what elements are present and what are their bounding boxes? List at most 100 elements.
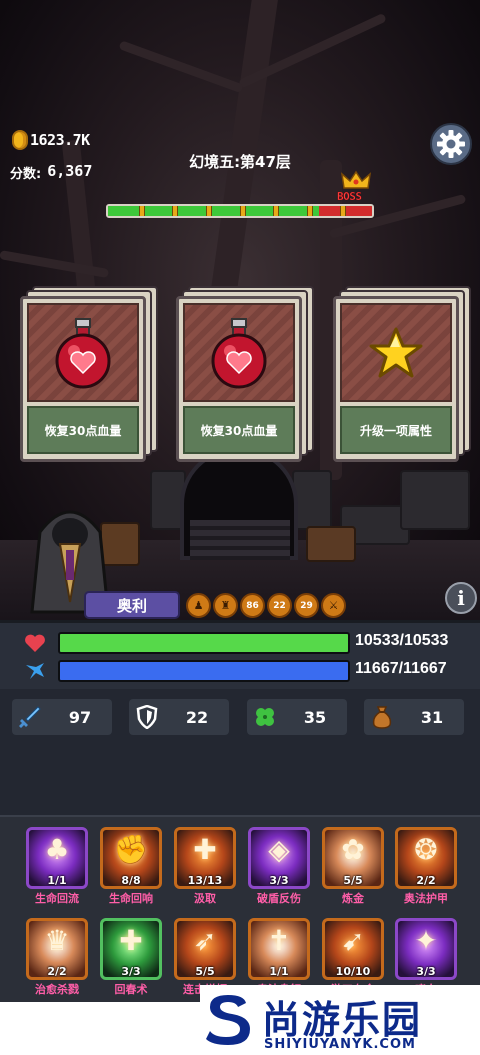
- settings-button[interactable]: [430, 123, 472, 165]
- luck-value: 35: [303, 707, 327, 727]
- mp-text: 11667/11667: [355, 660, 447, 677]
- card-label: 恢复30点血量: [27, 406, 139, 454]
- skill-slot[interactable]: ✚ 13/13 汲取: [171, 827, 239, 911]
- bird-icon: [26, 663, 44, 679]
- gold-stat: 31: [364, 699, 464, 735]
- skill-level: 3/3: [416, 965, 436, 978]
- buff-bar: ♟ ♜ 86 22 29 ⚔: [186, 593, 346, 618]
- hp-row: 10533/10533: [0, 629, 480, 657]
- watermark-strip: [0, 1002, 200, 1055]
- watermark-url: SHIYIUYANYK.COM: [264, 1037, 416, 1052]
- skill-slot[interactable]: ✊ 8/8 生命回响: [97, 827, 165, 911]
- floor-progress-bar: [106, 204, 374, 218]
- skill-level: 5/5: [195, 965, 215, 978]
- card-art: [27, 303, 139, 402]
- skill-slot[interactable]: ♛ 2/2 治愈杀戮: [23, 918, 91, 1002]
- mp-row: 11667/11667: [0, 657, 480, 685]
- mp-bar: [58, 660, 350, 682]
- heal-slay-icon: ♛: [44, 924, 70, 957]
- mp-fill: [60, 662, 348, 680]
- clover-icon: [247, 699, 283, 735]
- skill-name: 炼金: [342, 892, 364, 905]
- stat-area: 97 22 35 31 ♣ 1/1 生命回流 ✊ 8/8 生命回响 ✚ 13/13 汲取 ◈ 3/3…: [0, 689, 480, 1055]
- card-face: 升级一项属性: [333, 296, 459, 462]
- info-button[interactable]: i: [445, 582, 477, 614]
- skill-level: 2/2: [416, 874, 436, 887]
- money-bag-icon: [364, 699, 400, 735]
- upgrade-card[interactable]: 恢复30点血量: [20, 286, 158, 462]
- hero-name: 奥利: [116, 596, 147, 615]
- hero-name-tab[interactable]: 奥利: [84, 591, 180, 619]
- mage-icon[interactable]: ♟: [186, 593, 211, 618]
- gold-value: 31: [420, 707, 444, 727]
- card-face: 恢复30点血量: [20, 296, 146, 462]
- attack-stat: 97: [12, 699, 112, 735]
- skill-slot[interactable]: ❂ 2/2 奥法护甲: [392, 827, 460, 911]
- skill-slot[interactable]: ✚ 3/3 回春术: [97, 918, 165, 1002]
- bloodlust-icon: ✦: [414, 924, 438, 957]
- hp-fill: [60, 634, 348, 652]
- skill-level: 10/10: [335, 965, 371, 978]
- upgrade-card[interactable]: 升级一项属性: [333, 286, 471, 462]
- life-flow-icon: ♣: [44, 833, 70, 866]
- arcane-body-icon: ✝: [267, 924, 291, 957]
- level-title: 幻境五:第47层: [189, 153, 291, 171]
- progress-marker: [340, 206, 347, 216]
- skill-level: 3/3: [269, 874, 289, 887]
- watermark-text: 尚游乐园: [262, 998, 423, 1042]
- heart-icon: [25, 634, 45, 652]
- stats-panel: 10533/10533 11667/11667 97 22 35 31 ♣ 1/…: [0, 620, 480, 1055]
- star-icon: [369, 327, 423, 377]
- life-echo-icon: ✊: [113, 833, 149, 866]
- stairs: [190, 520, 290, 560]
- dagger-icon: ➹: [341, 924, 365, 957]
- skill-slot[interactable]: ✿ 5/5 炼金: [319, 827, 387, 911]
- stone-pillar: [292, 470, 332, 530]
- info-icon: i: [457, 586, 465, 610]
- progress-marker: [306, 206, 313, 216]
- defense-stat: 22: [129, 699, 229, 735]
- skill-name: 奥法护甲: [404, 892, 448, 905]
- flame-icon[interactable]: 29: [294, 593, 319, 618]
- hp-bar: [58, 632, 350, 654]
- skill-level: 13/13: [187, 874, 223, 887]
- rejuvenate-icon: ✚: [119, 924, 143, 957]
- rock: [400, 470, 470, 530]
- house-icon[interactable]: 22: [267, 593, 292, 618]
- luck-stat: 35: [247, 699, 347, 735]
- arcane-armor-icon: ❂: [414, 833, 438, 866]
- sword-icon[interactable]: ⚔: [321, 593, 346, 618]
- skill-slot[interactable]: ♣ 1/1 生命回流: [23, 827, 91, 911]
- skill-level: 1/1: [269, 965, 289, 978]
- coin-amount: 1623.7K: [30, 131, 90, 149]
- defense-value: 22: [185, 707, 209, 727]
- skill-slot[interactable]: ◈ 3/3 破盾反伤: [245, 827, 313, 911]
- upgrade-card[interactable]: 恢复30点血量: [176, 286, 314, 462]
- skill-level: 2/2: [47, 965, 67, 978]
- skill-level: 3/3: [121, 965, 141, 978]
- card-art: [183, 303, 295, 402]
- progress-marker: [138, 206, 145, 216]
- skill-level: 5/5: [343, 874, 363, 887]
- buff-value: 22: [273, 600, 286, 611]
- skill-name: 治愈杀戮: [35, 983, 79, 996]
- combo-icon: ➶: [193, 924, 217, 957]
- tree-branch: [118, 40, 244, 94]
- tower-icon[interactable]: 86: [240, 593, 265, 618]
- treasure-chest-icon: [306, 526, 356, 562]
- coin-icon: [12, 130, 28, 150]
- buff-value: 86: [246, 600, 259, 611]
- card-face: 恢复30点血量: [176, 296, 302, 462]
- red-potion-icon: [55, 317, 111, 388]
- watermark-logo-icon: [206, 995, 250, 1045]
- sword-icon: [12, 699, 48, 735]
- skill-name: 汲取: [194, 892, 216, 905]
- hp-text: 10533/10533: [355, 632, 449, 649]
- site-watermark: 尚游乐园 SHIYIUYANYK.COM: [200, 985, 480, 1055]
- skill-name: 生命回流: [35, 892, 79, 905]
- crown-icon[interactable]: ♜: [213, 593, 238, 618]
- progress-marker: [239, 206, 246, 216]
- card-art: [340, 303, 452, 402]
- drain-icon: ✚: [193, 833, 217, 866]
- shield-break-icon: ◈: [268, 833, 290, 866]
